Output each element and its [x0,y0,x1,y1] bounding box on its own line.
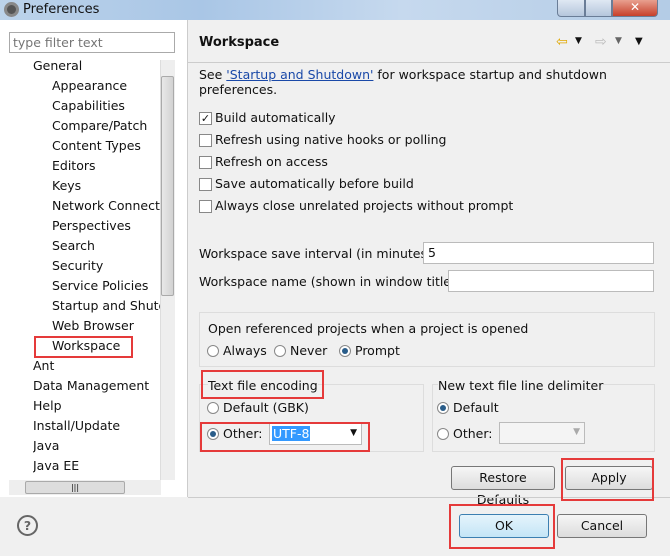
checkbox-label[interactable]: Always close unrelated projects without … [215,198,513,213]
chevron-down-icon: ▼ [573,427,580,437]
checkbox-label[interactable]: Build automatically [215,110,336,125]
tree-item[interactable]: Data Management [33,376,160,396]
forward-menu-chevron-icon[interactable]: ▼ [615,36,622,46]
radio-encoding-default[interactable] [207,402,219,414]
tree-item[interactable]: Appearance [52,76,160,96]
tree-item[interactable]: Ant [33,356,160,376]
back-menu-chevron-icon[interactable]: ▼ [575,36,582,46]
see-prefix: See [199,67,227,82]
header-divider [188,62,670,63]
close-button[interactable]: ✕ [612,0,658,17]
workspace-name-label: Workspace name (shown in window title): [199,274,461,289]
delimiter-default-label[interactable]: Default [453,400,499,415]
radio-prompt-label[interactable]: Prompt [355,343,400,358]
checkbox[interactable] [199,134,212,147]
tree-item[interactable]: General [33,56,160,76]
tree-item[interactable]: Install/Update [33,416,160,436]
checkbox[interactable]: ✓ [199,112,212,125]
checkbox[interactable] [199,200,212,213]
maximize-button[interactable] [585,0,612,17]
radio-delimiter-default[interactable] [437,402,449,414]
checkbox-label[interactable]: Refresh on access [215,154,328,169]
tree-item[interactable]: Security [52,256,160,276]
forward-arrow-icon[interactable]: ⇨ [595,34,607,50]
tree-item[interactable]: Editors [52,156,160,176]
highlight-ok [449,504,555,549]
radio-never[interactable] [274,345,286,357]
radio-always[interactable] [207,345,219,357]
highlight-workspace [34,336,133,358]
radio-prompt[interactable] [339,345,351,357]
see-text: See 'Startup and Shutdown' for workspace… [199,67,670,97]
restore-defaults-button[interactable]: Restore Defaults [451,466,555,507]
tree-item[interactable]: Startup and Shutdown [52,296,160,316]
checkbox[interactable] [199,178,212,191]
help-icon[interactable]: ? [17,515,38,536]
highlight-apply [561,458,654,501]
open-ref-label: Open referenced projects when a project … [208,321,529,336]
tree-item[interactable]: Search [52,236,160,256]
encoding-default-label[interactable]: Default (GBK) [223,400,309,415]
tree-item[interactable]: Service Policies [52,276,160,296]
tree-item[interactable]: Capabilities [52,96,160,116]
tree-item[interactable]: Content Types [52,136,160,156]
tree-item[interactable]: Network Connections [52,196,160,216]
page-title: Workspace [199,35,280,50]
scroll-thumb[interactable] [161,76,174,296]
filter-input[interactable] [9,32,175,53]
delimiter-label: New text file line delimiter [438,378,604,393]
tree-item[interactable]: Compare/Patch [52,116,160,136]
delimiter-other-label[interactable]: Other: [453,426,492,441]
radio-delimiter-other[interactable] [437,428,449,440]
tree-item[interactable]: Help [33,396,160,416]
tree-item[interactable]: Java EE [33,456,160,476]
tree-item[interactable]: Java [33,436,160,456]
highlight-encoding-other [200,422,370,452]
radio-never-label[interactable]: Never [290,343,327,358]
checkbox[interactable] [199,156,212,169]
startup-shutdown-link[interactable]: 'Startup and Shutdown' [226,67,373,82]
minimize-button[interactable] [557,0,585,17]
view-menu-icon[interactable]: ▼ [635,36,643,47]
window-title: Preferences [23,2,100,17]
app-gear-icon [4,2,19,17]
delimiter-select[interactable]: ▼ [499,422,585,444]
workspace-name-input[interactable] [448,270,654,292]
highlight-encoding-label [201,370,324,399]
back-arrow-icon[interactable]: ⇦ [556,34,568,50]
tree-item[interactable]: Perspectives [52,216,160,236]
cancel-button[interactable]: Cancel [557,514,647,538]
save-interval-input[interactable]: 5 [423,242,654,264]
tree-item[interactable]: Web Browser [52,316,160,336]
scroll-thumb-horizontal[interactable]: ||| [25,481,125,494]
checkbox-label[interactable]: Refresh using native hooks or polling [215,132,447,147]
save-interval-label: Workspace save interval (in minutes): [199,246,437,261]
tree-item[interactable]: Keys [52,176,160,196]
radio-always-label[interactable]: Always [223,343,267,358]
checkbox-label[interactable]: Save automatically before build [215,176,414,191]
